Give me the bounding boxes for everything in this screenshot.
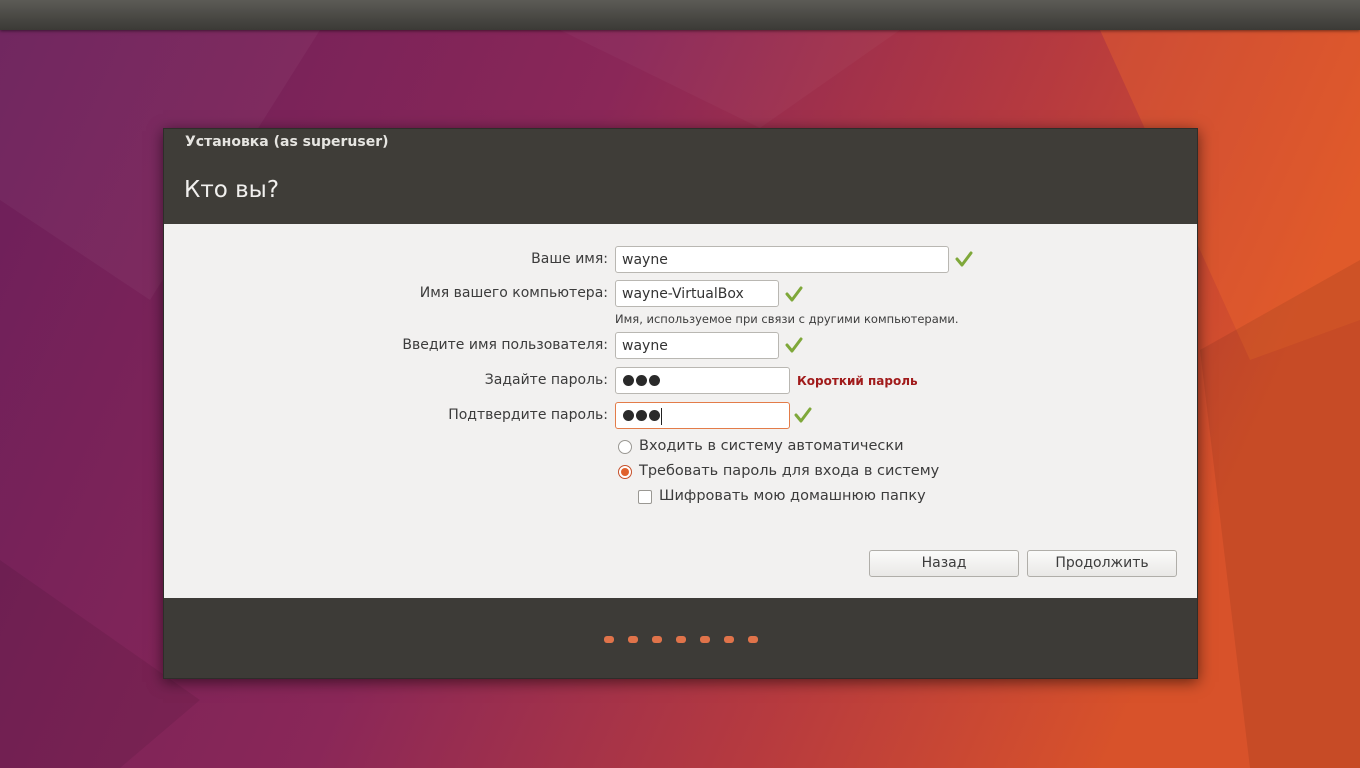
auto-login-radio[interactable]	[618, 440, 632, 454]
window-header: Установка (as superuser) Кто вы?	[164, 129, 1197, 224]
encrypt-home-label[interactable]: Шифровать мою домашнюю папку	[659, 488, 926, 504]
name-label: Ваше имя:	[531, 251, 608, 267]
check-icon	[785, 337, 803, 353]
check-icon	[785, 286, 803, 302]
progress-dot	[604, 636, 614, 643]
progress-dot	[700, 636, 710, 643]
username-label: Введите имя пользователя:	[402, 337, 608, 353]
progress-dot	[676, 636, 686, 643]
back-button[interactable]: Назад	[869, 550, 1019, 577]
install-progress-indicator	[604, 636, 758, 643]
check-icon	[794, 407, 812, 423]
check-icon	[955, 251, 973, 267]
computer-name-input[interactable]	[615, 280, 779, 307]
confirm-password-mask	[623, 410, 660, 421]
window-title: Установка (as superuser)	[185, 134, 389, 150]
username-input[interactable]	[615, 332, 779, 359]
password-strength-warning: Короткий пароль	[797, 374, 918, 388]
window-footer	[164, 598, 1197, 678]
progress-dot	[748, 636, 758, 643]
top-panel	[0, 0, 1360, 30]
progress-dot	[628, 636, 638, 643]
progress-dot	[652, 636, 662, 643]
password-input[interactable]	[615, 367, 790, 394]
require-password-label[interactable]: Требовать пароль для входа в систему	[639, 463, 939, 479]
confirm-password-input[interactable]	[615, 402, 790, 429]
continue-button[interactable]: Продолжить	[1027, 550, 1177, 577]
require-password-radio[interactable]	[618, 465, 632, 479]
confirm-password-label: Подтвердите пароль:	[448, 407, 608, 423]
computer-name-hint: Имя, используемое при связи с другими ко…	[615, 312, 959, 326]
name-input[interactable]	[615, 246, 949, 273]
computer-name-label: Имя вашего компьютера:	[419, 285, 608, 301]
password-mask	[623, 375, 660, 386]
page-title: Кто вы?	[184, 177, 280, 203]
installer-window: Установка (as superuser) Кто вы? Ваше им…	[163, 128, 1198, 679]
progress-dot	[724, 636, 734, 643]
auto-login-label[interactable]: Входить в систему автоматически	[639, 438, 904, 454]
text-cursor	[661, 408, 662, 425]
password-label: Задайте пароль:	[484, 372, 608, 388]
encrypt-home-checkbox[interactable]	[638, 490, 652, 504]
